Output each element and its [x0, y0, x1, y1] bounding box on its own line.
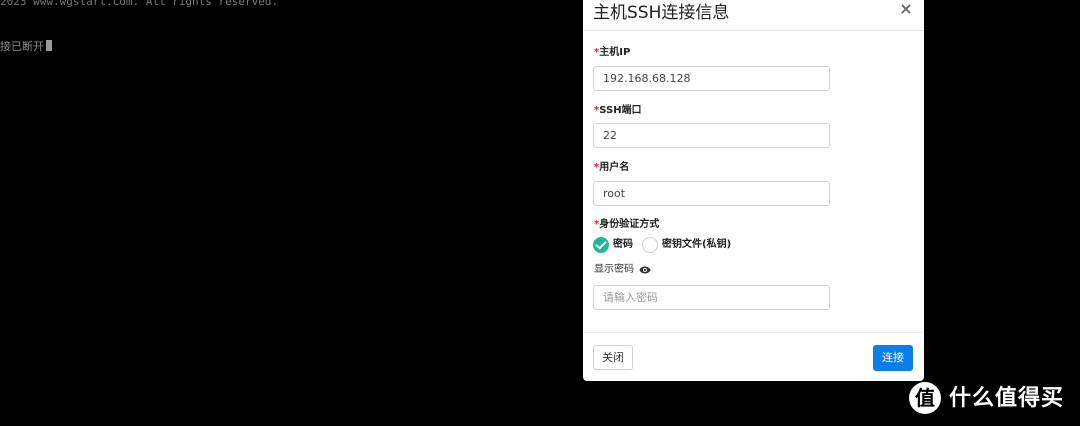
close-button[interactable]: 关闭: [593, 345, 633, 370]
terminal-status-line: 接已断开: [0, 38, 52, 54]
watermark-text: 什么值得买: [949, 386, 1065, 411]
watermark-badge: 值: [909, 382, 941, 414]
terminal-copyright-line: 2023 www.wgstart.com. All rights reserve…: [0, 0, 279, 8]
eye-icon[interactable]: [639, 265, 651, 275]
username-label-text: 用户名: [599, 162, 630, 173]
close-icon[interactable]: ×: [898, 0, 914, 20]
terminal-disconnected-text: 接已断开: [0, 40, 44, 53]
radio-password-label[interactable]: 密码: [613, 238, 633, 252]
host-ip-label-text: 主机IP: [599, 47, 631, 58]
show-password-label: 显示密码: [594, 264, 634, 275]
modal-header: 主机SSH连接信息 ×: [583, 0, 924, 31]
ssh-connection-modal: 主机SSH连接信息 × *主机IP *SSH端口 *用户名 *身份验证方式 密码…: [583, 0, 924, 381]
radio-key-file-label[interactable]: 密钥文件(私钥): [662, 238, 731, 252]
terminal-cursor: [46, 40, 52, 51]
connect-button[interactable]: 连接: [873, 345, 913, 371]
watermark-badge-text: 值: [915, 386, 935, 410]
ssh-port-label: *SSH端口: [594, 104, 642, 118]
username-label: *用户名: [594, 161, 629, 175]
modal-footer: 关闭 连接: [583, 332, 924, 382]
radio-key-file[interactable]: [642, 237, 658, 253]
modal-title: 主机SSH连接信息: [593, 3, 730, 23]
auth-method-label: *身份验证方式: [594, 218, 659, 232]
host-ip-label: *主机IP: [594, 46, 630, 60]
ssh-port-label-text: SSH端口: [599, 105, 642, 116]
auth-method-label-text: 身份验证方式: [599, 219, 660, 230]
username-input[interactable]: [593, 181, 830, 206]
host-ip-input[interactable]: [593, 66, 830, 91]
ssh-port-input[interactable]: [593, 123, 830, 148]
radio-password[interactable]: [593, 237, 609, 253]
password-input[interactable]: [593, 285, 830, 310]
